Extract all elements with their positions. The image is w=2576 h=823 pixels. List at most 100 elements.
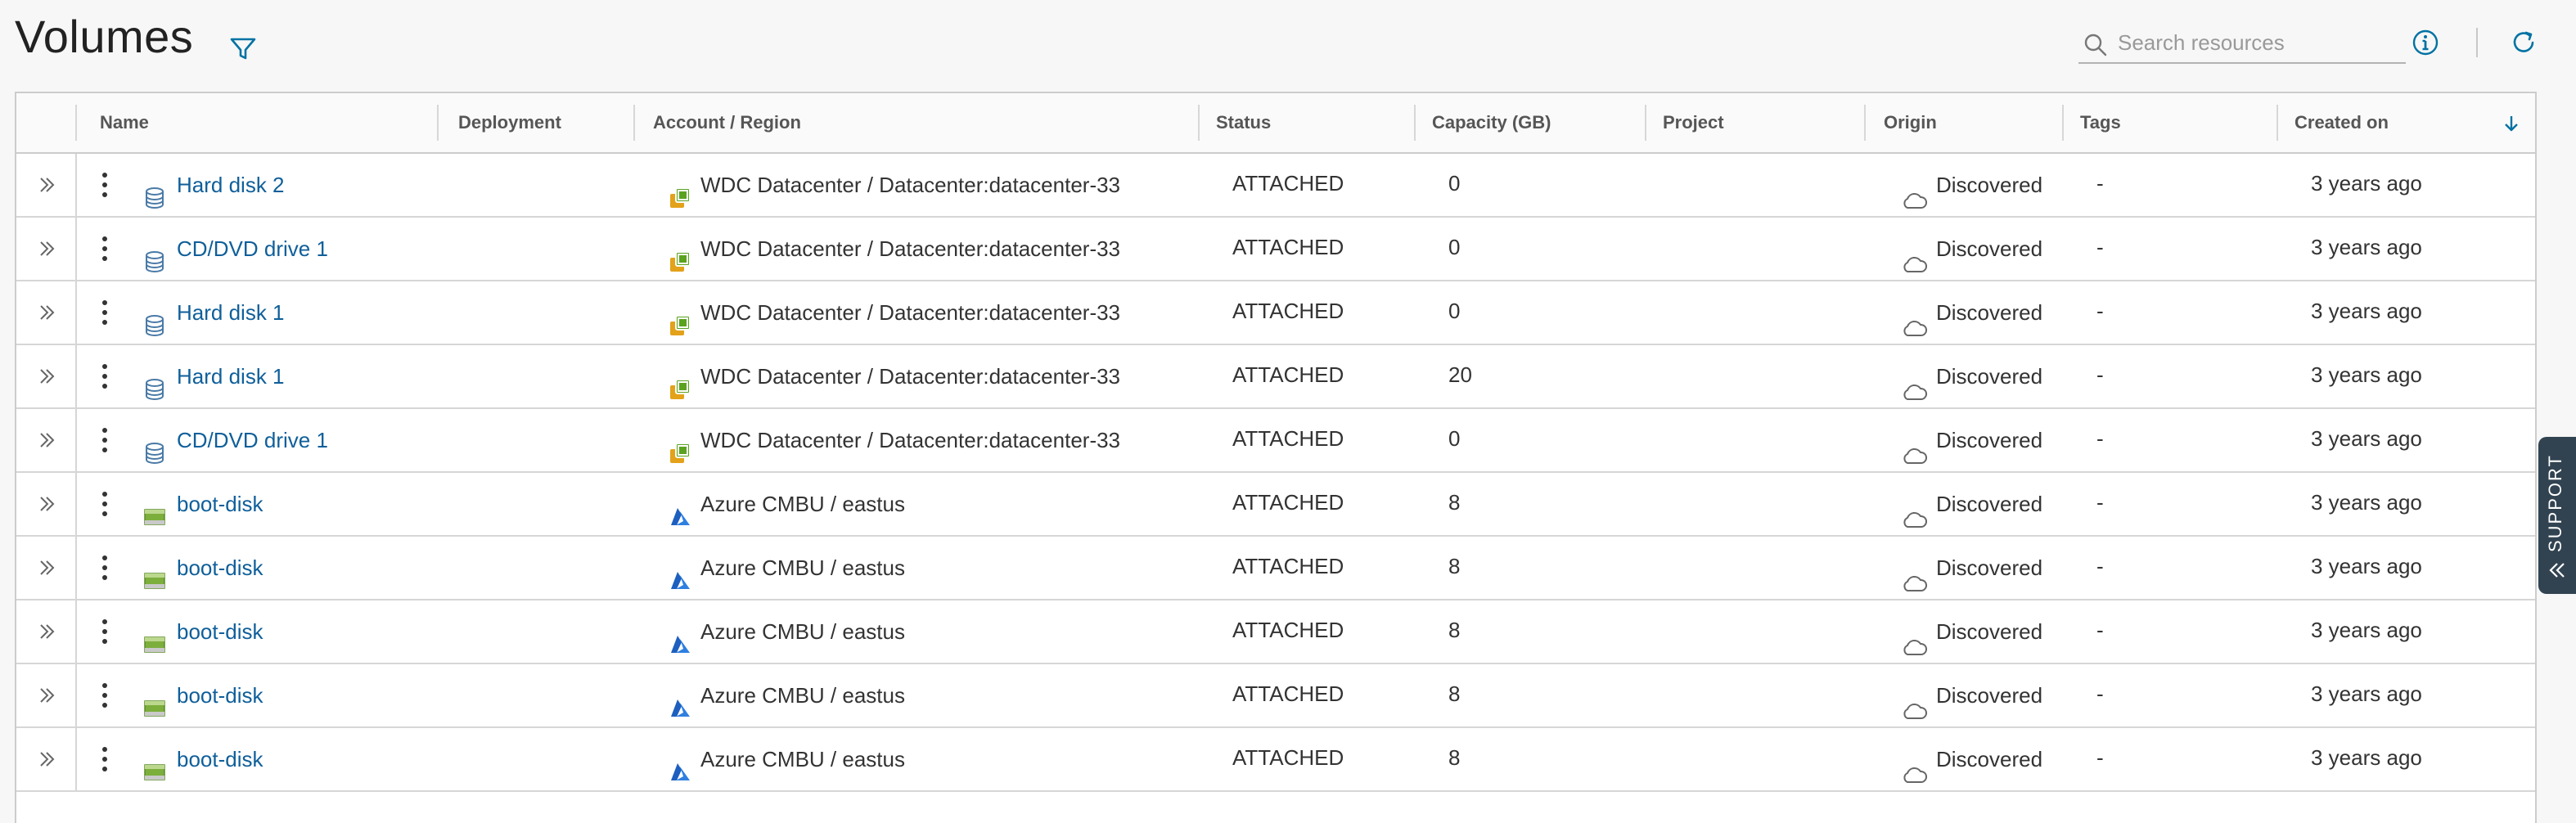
expand-cell [16, 664, 77, 726]
table-row[interactable]: CD/DVD drive 1 WDC Datacenter / Datacent… [16, 409, 2535, 473]
origin-cell: Discovered [1882, 473, 2042, 535]
disk-drive-icon [142, 491, 167, 525]
expand-cell [16, 600, 77, 663]
column-header-created-on[interactable]: Created on [2277, 93, 2506, 152]
cloud-icon [1900, 429, 1928, 465]
double-chevron-right-icon[interactable] [36, 365, 59, 388]
column-header-account-region[interactable]: Account / Region [635, 93, 1200, 152]
column-header-name[interactable]: Name [82, 93, 452, 152]
kebab-menu-icon[interactable] [97, 298, 113, 327]
page-title: Volumes [15, 11, 194, 62]
tags-cell: - [2096, 362, 2104, 387]
capacity-cell: 8 [1448, 745, 1461, 770]
capacity-cell: 0 [1448, 299, 1461, 323]
expand-cell [16, 728, 77, 790]
search-input[interactable] [2118, 26, 2396, 59]
info-icon [2412, 29, 2439, 56]
table-row[interactable]: Hard disk 1 WDC Datacenter / Datacenter:… [16, 281, 2535, 345]
name-cell: boot-disk [142, 473, 263, 535]
column-header-capacity[interactable]: Capacity (GB) [1414, 93, 1645, 152]
table-row[interactable]: boot-disk Azure CMBU / eastus ATTACHED 8… [16, 664, 2535, 728]
table-row[interactable]: Hard disk 1 WDC Datacenter / Datacenter:… [16, 345, 2535, 409]
column-resize-handle[interactable] [437, 105, 439, 141]
cell-divider [75, 537, 77, 599]
kebab-menu-icon[interactable] [97, 425, 113, 455]
double-chevron-right-icon[interactable] [36, 429, 59, 452]
column-header-origin[interactable]: Origin [1866, 93, 2062, 152]
account-region-text: Azure CMBU / eastus [700, 747, 905, 771]
origin-cell: Discovered [1882, 664, 2042, 726]
volume-name-link[interactable]: boot-disk [177, 555, 263, 580]
tags-cell: - [2096, 426, 2104, 451]
table-row[interactable]: Hard disk 2 WDC Datacenter / Datacenter:… [16, 154, 2535, 218]
volume-name-link[interactable]: boot-disk [177, 619, 263, 644]
kebab-menu-icon[interactable] [97, 681, 113, 710]
refresh-button[interactable] [2509, 28, 2538, 57]
double-chevron-right-icon[interactable] [36, 173, 59, 196]
cloud-icon [1900, 620, 1928, 656]
tags-cell: - [2096, 554, 2104, 578]
support-label: SUPPORT [2545, 454, 2565, 552]
account-region-text: WDC Datacenter / Datacenter:datacenter-3… [700, 364, 1121, 389]
info-button[interactable] [2411, 28, 2440, 57]
datagrid-header: Name Deployment Account / Region Status … [16, 93, 2535, 154]
double-chevron-right-icon[interactable] [36, 301, 59, 324]
cloud-icon [1900, 556, 1928, 592]
azure-icon [668, 682, 692, 717]
kebab-menu-icon[interactable] [97, 362, 113, 391]
double-chevron-right-icon[interactable] [36, 556, 59, 579]
table-row[interactable]: boot-disk Azure CMBU / eastus ATTACHED 8… [16, 600, 2535, 664]
column-header-tags[interactable]: Tags [2062, 93, 2277, 152]
filter-button[interactable] [227, 33, 259, 64]
arrow-down-icon[interactable] [2501, 113, 2522, 134]
volume-name-link[interactable]: CD/DVD drive 1 [177, 236, 328, 261]
table-row[interactable]: boot-disk Azure CMBU / eastus ATTACHED 8… [16, 473, 2535, 537]
volume-name-link[interactable]: Hard disk 1 [177, 364, 285, 389]
volume-name-link[interactable]: Hard disk 2 [177, 173, 285, 197]
search-box[interactable] [2078, 25, 2406, 64]
kebab-menu-icon[interactable] [97, 170, 113, 200]
double-chevron-left-icon [2549, 563, 2565, 578]
table-row[interactable]: boot-disk Azure CMBU / eastus ATTACHED 8… [16, 728, 2535, 792]
database-disk-icon [142, 363, 167, 401]
capacity-cell: 8 [1448, 490, 1461, 515]
origin-text: Discovered [1936, 492, 2043, 516]
double-chevron-right-icon[interactable] [36, 748, 59, 771]
kebab-menu-icon[interactable] [97, 234, 113, 263]
volume-name-link[interactable]: boot-disk [177, 492, 263, 516]
status-cell: ATTACHED [1232, 554, 1344, 578]
column-header-project[interactable]: Project [1645, 93, 1864, 152]
vsphere-icon [668, 236, 692, 272]
support-tab[interactable]: SUPPORT [2538, 437, 2576, 594]
kebab-menu-icon[interactable] [97, 617, 113, 646]
origin-cell: Discovered [1882, 345, 2042, 407]
column-header-deployment[interactable]: Deployment [440, 93, 637, 152]
table-row[interactable]: boot-disk Azure CMBU / eastus ATTACHED 8… [16, 537, 2535, 600]
account-region-cell: WDC Datacenter / Datacenter:datacenter-3… [651, 345, 1120, 407]
account-region-cell: WDC Datacenter / Datacenter:datacenter-3… [651, 218, 1120, 280]
table-row[interactable]: CD/DVD drive 1 WDC Datacenter / Datacent… [16, 218, 2535, 281]
created-on-cell: 3 years ago [2311, 618, 2422, 642]
cell-divider [75, 409, 77, 471]
double-chevron-right-icon[interactable] [36, 492, 59, 515]
account-region-cell: Azure CMBU / eastus [651, 600, 905, 663]
kebab-menu-icon[interactable] [97, 489, 113, 519]
name-cell: Hard disk 1 [142, 281, 285, 344]
double-chevron-right-icon[interactable] [36, 237, 59, 260]
filter-icon [230, 38, 256, 60]
name-cell: boot-disk [142, 664, 263, 726]
status-cell: ATTACHED [1232, 235, 1344, 259]
double-chevron-right-icon[interactable] [36, 620, 59, 643]
volume-name-link[interactable]: Hard disk 1 [177, 300, 285, 325]
column-header-status[interactable]: Status [1198, 93, 1414, 152]
volume-name-link[interactable]: boot-disk [177, 683, 263, 708]
volume-name-link[interactable]: boot-disk [177, 747, 263, 771]
disk-drive-icon [142, 746, 167, 780]
kebab-menu-icon[interactable] [97, 553, 113, 582]
account-region-cell: Azure CMBU / eastus [651, 537, 905, 599]
volume-name-link[interactable]: CD/DVD drive 1 [177, 428, 328, 452]
kebab-menu-icon[interactable] [97, 744, 113, 774]
double-chevron-right-icon[interactable] [36, 684, 59, 707]
origin-cell: Discovered [1882, 281, 2042, 344]
volumes-datagrid: Name Deployment Account / Region Status … [15, 92, 2537, 823]
